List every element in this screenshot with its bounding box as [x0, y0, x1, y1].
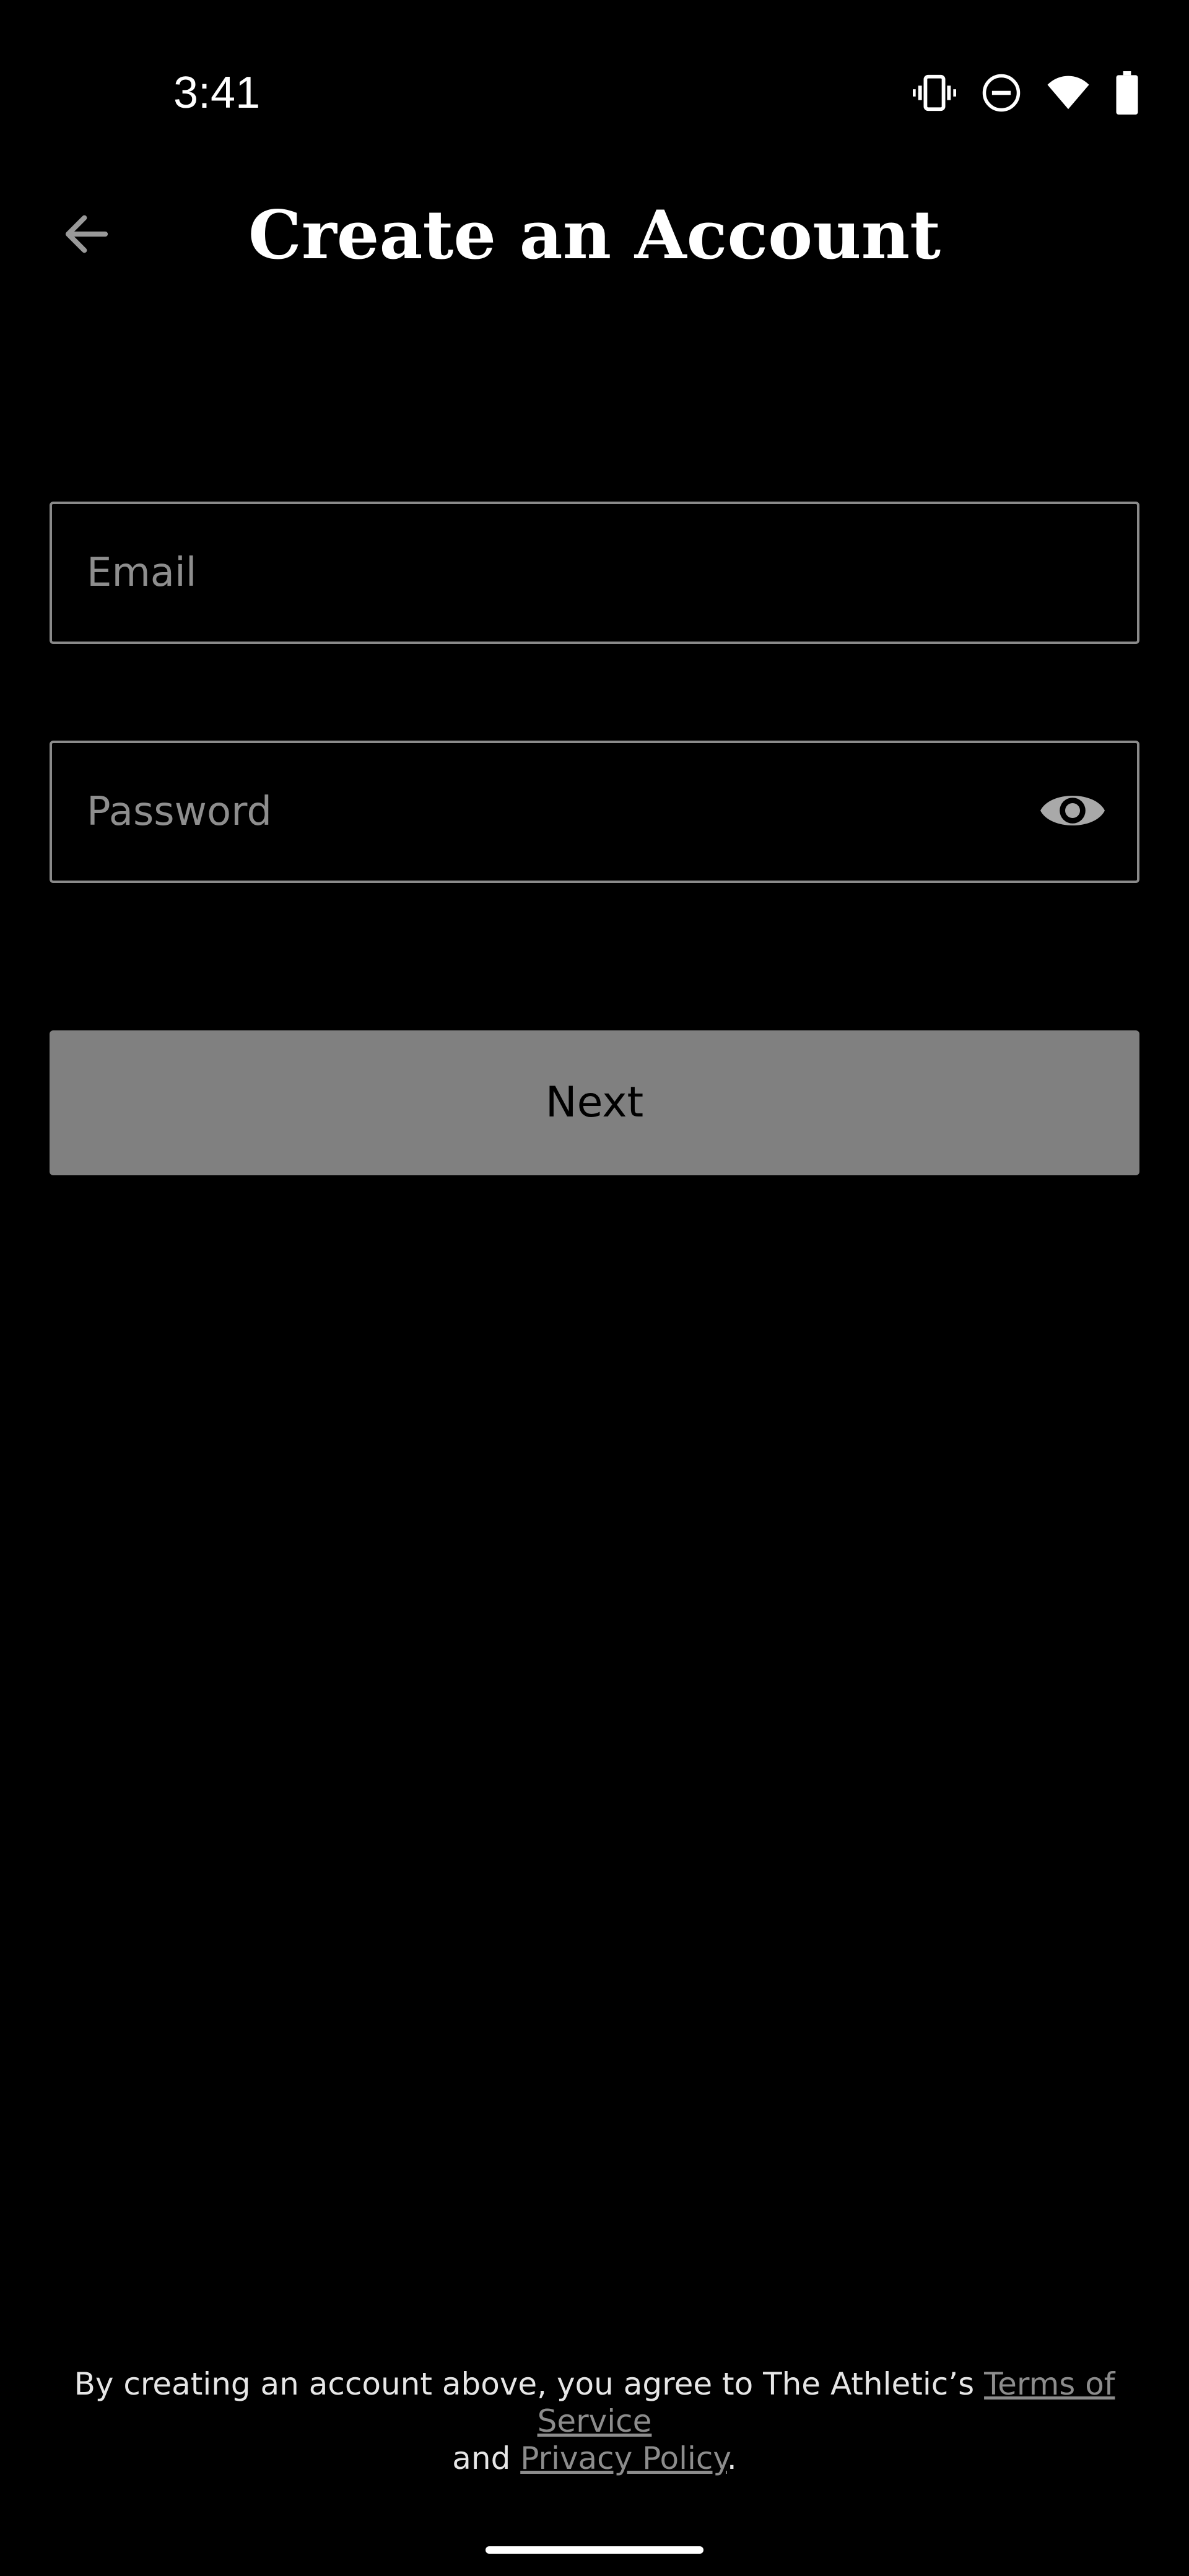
- page-title: Create an Account: [248, 196, 941, 274]
- do-not-disturb-icon: [981, 72, 1022, 113]
- legal-suffix: .: [726, 2440, 737, 2476]
- status-icons: [913, 62, 1139, 124]
- back-button[interactable]: [50, 198, 124, 272]
- legal-prefix: By creating an account above, you agree …: [74, 2366, 975, 2402]
- email-field[interactable]: [50, 502, 1139, 644]
- legal-line-2: and Privacy Policy.: [25, 2440, 1164, 2477]
- password-input[interactable]: [87, 743, 978, 881]
- next-button[interactable]: Next: [50, 1030, 1139, 1175]
- legal-line-1: By creating an account above, you agree …: [25, 2365, 1164, 2440]
- wifi-icon: [1047, 74, 1090, 112]
- battery-icon: [1115, 71, 1139, 115]
- home-indicator[interactable]: [486, 2546, 703, 2554]
- toggle-password-visibility-button[interactable]: [1035, 777, 1110, 846]
- status-bar: 3:41: [0, 0, 1189, 186]
- password-field[interactable]: [50, 741, 1139, 883]
- arrow-left-icon: [59, 206, 115, 264]
- legal-disclaimer: By creating an account above, you agree …: [25, 2365, 1164, 2477]
- vibrate-icon: [913, 71, 956, 115]
- privacy-policy-link[interactable]: Privacy Policy: [520, 2440, 727, 2476]
- eye-icon: [1038, 786, 1107, 838]
- email-input[interactable]: [87, 504, 1102, 642]
- app-bar: Create an Account: [0, 186, 1189, 285]
- legal-and: and: [452, 2440, 511, 2476]
- status-time: 3:41: [173, 68, 261, 118]
